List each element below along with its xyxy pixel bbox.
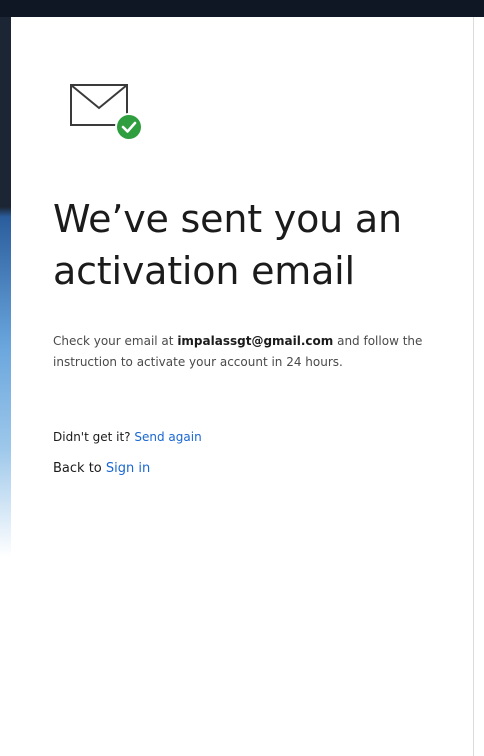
window-top-bar (0, 0, 484, 17)
back-prefix: Back to (53, 461, 102, 476)
background-edge-right (473, 17, 484, 756)
back-row: Back to Sign in (53, 460, 150, 478)
resend-row: Didn't get it? Send again (53, 428, 202, 446)
screen: We’ve sent you an activation email Check… (0, 0, 484, 756)
send-again-link[interactable]: Send again (134, 430, 201, 444)
resend-prompt: Didn't get it? (53, 430, 131, 444)
sign-in-link[interactable]: Sign in (106, 461, 150, 476)
instruction-text: Check your email at impalassgt@gmail.com… (53, 331, 453, 373)
instruction-prefix: Check your email at (53, 334, 178, 348)
page-title: We’ve sent you an activation email (53, 197, 402, 293)
mail-check-icon (70, 84, 143, 141)
background-edge-left (0, 17, 11, 756)
activation-card: We’ve sent you an activation email Check… (11, 17, 473, 756)
email-address: impalassgt@gmail.com (177, 334, 334, 348)
